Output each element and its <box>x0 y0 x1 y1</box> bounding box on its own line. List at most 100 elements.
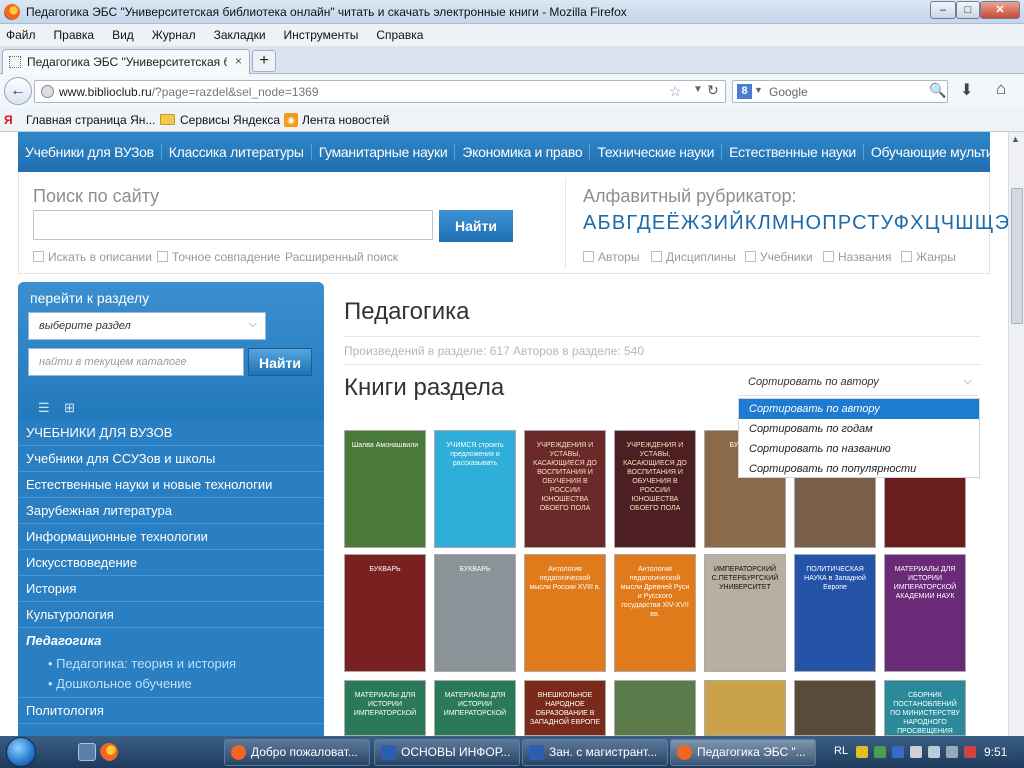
tray-shield-icon[interactable] <box>892 746 904 758</box>
menu-file[interactable]: Файл <box>6 28 36 42</box>
tree-list-icon[interactable]: ☰ <box>38 400 50 416</box>
tree-expand-icon[interactable]: ⊞ <box>64 400 75 416</box>
sidebar-subitem-pedagogy-theory[interactable]: • Педагогика: теория и история <box>18 654 324 674</box>
book-cover[interactable]: ВНЕШКОЛЬНОЕ НАРОДНОЕ ОБРАЗОВАНИЕ В ЗАПАД… <box>524 680 606 736</box>
bookmark-yandex-services[interactable]: Сервисы Яндекса <box>180 113 280 127</box>
filter-disciplines-checkbox[interactable]: Дисциплины <box>651 250 736 264</box>
nav-university-textbooks[interactable]: Учебники для ВУЗов <box>18 144 162 160</box>
url-text[interactable]: www.biblioclub.ru/?page=razdel&sel_node=… <box>59 85 319 99</box>
filter-textbooks-checkbox[interactable]: Учебники <box>745 250 813 264</box>
menu-history[interactable]: Журнал <box>152 28 196 42</box>
sidebar-item-natural-sciences[interactable]: Естественные науки и новые технологии <box>18 472 324 498</box>
tray-signal-icon[interactable] <box>928 746 940 758</box>
book-cover[interactable]: УЧРЕЖДЕНИЯ И УСТАВЫ, КАСАЮЩИЕСЯ ДО ВОСПИ… <box>524 430 606 548</box>
menu-view[interactable]: Вид <box>112 28 134 42</box>
site-search-button[interactable]: Найти <box>439 210 513 242</box>
nav-multimedia[interactable]: Обучающие мультимедиа <box>864 144 1008 160</box>
exact-match-checkbox[interactable]: Точное совпадение <box>157 250 280 264</box>
sidebar-item-pedagogy[interactable]: Педагогика <box>18 628 324 654</box>
home-icon[interactable]: ⌂ <box>996 79 1006 99</box>
tray-security-icon[interactable] <box>874 746 886 758</box>
book-cover[interactable]: МАТЕРИАЛЫ ДЛЯ ИСТОРИИ ИМПЕРАТОРСКОЙ АКАД… <box>884 554 966 672</box>
book-cover[interactable]: БУКВАРЬ <box>344 554 426 672</box>
system-clock[interactable]: 9:51 <box>984 745 1007 759</box>
firefox-quicklaunch-icon[interactable] <box>100 743 118 761</box>
sort-option-popularity[interactable]: Сортировать по популярности <box>739 459 979 479</box>
url-bar[interactable]: www.biblioclub.ru/?page=razdel&sel_node=… <box>34 80 726 103</box>
page-scrollbar[interactable]: ▲ <box>1008 132 1024 736</box>
book-cover[interactable]: ПОЛИТИЧЕСКАЯ НАУКА в Западной Европе <box>794 554 876 672</box>
tray-volume-icon[interactable] <box>946 746 958 758</box>
book-cover[interactable]: УЧИМСЯ строить предложения и рассказыват… <box>434 430 516 548</box>
sort-option-author[interactable]: Сортировать по автору <box>739 399 979 419</box>
menu-bookmarks[interactable]: Закладки <box>214 28 266 42</box>
taskbar-item-pedagogy[interactable]: Педагогика ЭБС "... <box>670 739 816 766</box>
scroll-up-icon[interactable]: ▲ <box>1011 134 1020 144</box>
tray-network-icon[interactable] <box>856 746 868 758</box>
bookmark-star-icon[interactable]: ☆ <box>669 83 682 100</box>
close-button[interactable]: ✕ <box>980 1 1020 19</box>
reload-icon[interactable]: ↻ <box>707 82 719 99</box>
filter-genres-checkbox[interactable]: Жанры <box>901 250 956 264</box>
sidebar-item-university-textbooks[interactable]: УЧЕБНИКИ ДЛЯ ВУЗОВ <box>18 420 324 446</box>
show-desktop-icon[interactable] <box>78 743 96 761</box>
search-in-description-checkbox[interactable]: Искать в описании <box>33 250 152 264</box>
maximize-button[interactable]: □ <box>956 1 980 19</box>
back-button[interactable]: ← <box>4 77 32 105</box>
book-cover[interactable]: УЧРЕЖДЕНИЯ И УСТАВЫ, КАСАЮЩИЕСЯ ДО ВОСПИ… <box>614 430 696 548</box>
sidebar-item-school-textbooks[interactable]: Учебники для ССУЗов и школы <box>18 446 324 472</box>
sidebar-item-foreign-literature[interactable]: Зарубежная литература <box>18 498 324 524</box>
tray-bluetooth-icon[interactable] <box>910 746 922 758</box>
search-bar[interactable]: 8 ▼ Google 🔍 <box>732 80 948 103</box>
url-dropdown-icon[interactable]: ▼ <box>693 84 703 95</box>
book-cover[interactable]: БУКВАРЬ <box>434 554 516 672</box>
sidebar-item-art-history[interactable]: Искусствоведение <box>18 550 324 576</box>
book-cover[interactable]: Антология педагогической мысли России XV… <box>524 554 606 672</box>
book-cover[interactable] <box>614 680 696 736</box>
sort-option-title[interactable]: Сортировать по названию <box>739 439 979 459</box>
sidebar-item-culturology[interactable]: Культурология <box>18 602 324 628</box>
menu-help[interactable]: Справка <box>376 28 423 42</box>
book-cover[interactable]: МАТЕРИАЛЫ ДЛЯ ИСТОРИИ ИМПЕРАТОРСКОЙ <box>434 680 516 736</box>
nav-natural-sciences[interactable]: Естественные науки <box>722 144 864 160</box>
catalog-search-input[interactable]: найти в текущем каталоге <box>28 348 244 376</box>
nav-technical-sciences[interactable]: Технические науки <box>590 144 723 160</box>
bookmark-news-feed[interactable]: Лента новостей <box>302 113 390 127</box>
sort-select[interactable]: Сортировать по автору ⌵ <box>738 370 978 396</box>
start-button[interactable] <box>6 737 36 767</box>
sidebar-item-politology[interactable]: Политология <box>18 698 324 724</box>
book-cover[interactable] <box>704 680 786 736</box>
book-cover[interactable]: Антология педагогической мысли Древней Р… <box>614 554 696 672</box>
filter-authors-checkbox[interactable]: Авторы <box>583 250 639 264</box>
tab-current[interactable]: Педагогика ЭБС "Университетская биб... × <box>2 49 250 74</box>
filter-titles-checkbox[interactable]: Названия <box>823 250 891 264</box>
advanced-search-link[interactable]: Расширенный поиск <box>285 250 398 264</box>
taskbar-item-masters[interactable]: Зан. с магистрант... <box>522 739 668 766</box>
book-cover[interactable] <box>794 680 876 736</box>
menu-tools[interactable]: Инструменты <box>284 28 359 42</box>
menu-edit[interactable]: Правка <box>54 28 95 42</box>
bookmark-yandex-home[interactable]: Главная страница Ян... <box>26 113 155 127</box>
new-tab-button[interactable]: + <box>252 50 276 72</box>
alphabet-letters[interactable]: АБВГДЕЁЖЗИЙКЛМНОПРСТУФХЦЧШЩЭЮЯ <box>583 212 1008 235</box>
sort-option-year[interactable]: Сортировать по годам <box>739 419 979 439</box>
nav-economics-law[interactable]: Экономика и право <box>455 144 591 160</box>
minimize-button[interactable]: – <box>930 1 956 19</box>
tray-flag-icon[interactable] <box>964 746 976 758</box>
book-cover[interactable]: МАТЕРИАЛЫ ДЛЯ ИСТОРИИ ИМПЕРАТОРСКОЙ <box>344 680 426 736</box>
book-cover[interactable]: Шалва Амонашвили <box>344 430 426 548</box>
tab-close-icon[interactable]: × <box>235 54 242 68</box>
magnifier-icon[interactable]: 🔍 <box>929 82 946 99</box>
language-indicator[interactable]: RL <box>834 745 848 757</box>
sidebar-subitem-preschool[interactable]: • Дошкольное обучение <box>18 674 324 698</box>
google-engine-icon[interactable]: 8 <box>737 84 752 99</box>
download-icon[interactable]: ⬇ <box>960 80 973 100</box>
nav-humanities[interactable]: Гуманитарные науки <box>312 144 456 160</box>
book-cover[interactable]: ИМПЕРАТОРСКИЙ С.ПЕТЕРБУРГСКИЙ УНИВЕРСИТЕ… <box>704 554 786 672</box>
catalog-search-button[interactable]: Найти <box>248 348 312 376</box>
taskbar-item-basics[interactable]: ОСНОВЫ ИНФОР... <box>374 739 520 766</box>
section-select[interactable]: выберите раздел ⌵ <box>28 312 266 340</box>
sidebar-item-history[interactable]: История <box>18 576 324 602</box>
taskbar-item-welcome[interactable]: Добро пожаловат... <box>224 739 370 766</box>
engine-dropdown-icon[interactable]: ▼ <box>754 85 763 95</box>
